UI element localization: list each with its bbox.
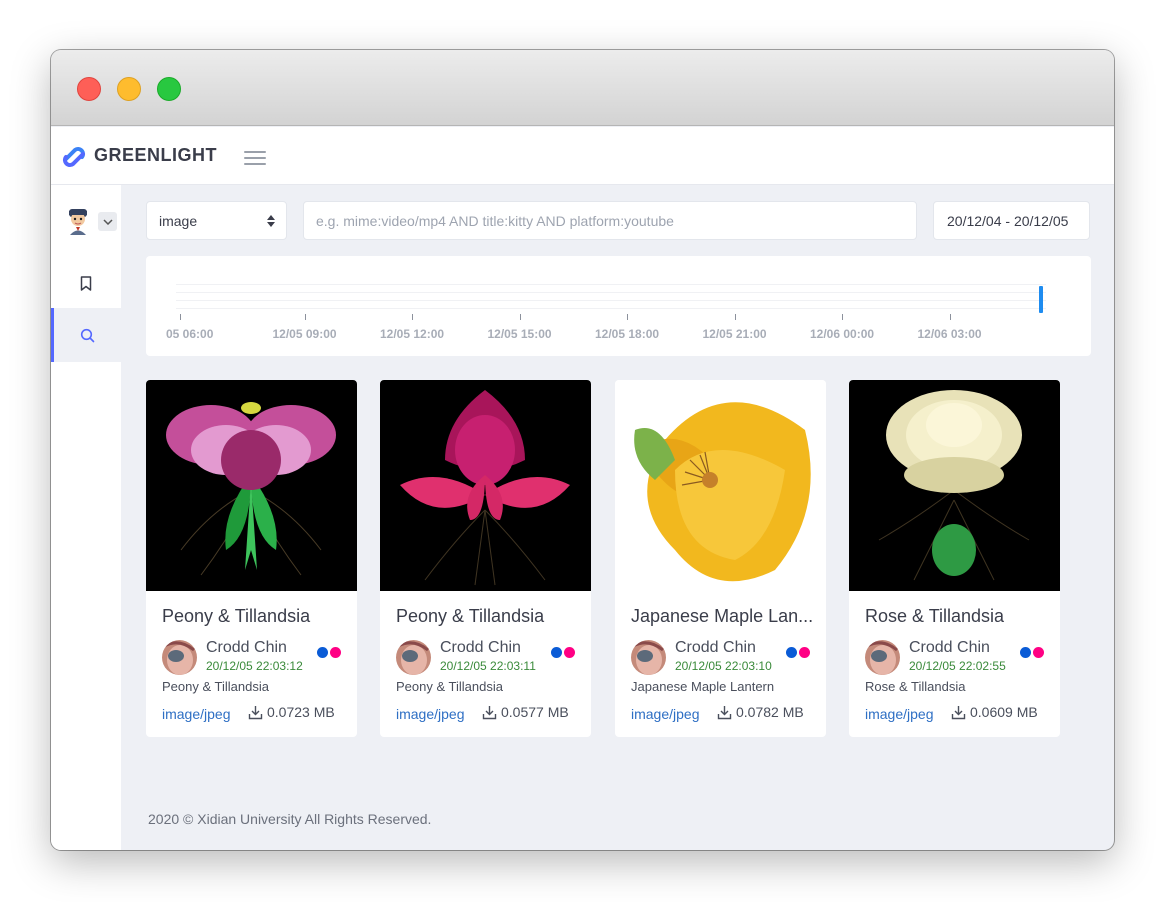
upload-time: 20/12/05 22:02:55 (909, 659, 1006, 673)
timeline-tick-label: 12/05 09:00 (272, 327, 337, 341)
media-title[interactable]: Peony & Tillandsia (396, 606, 581, 627)
media-description: Peony & Tillandsia (162, 679, 269, 694)
date-range-picker[interactable]: 20/12/04 - 20/12/05 (933, 201, 1090, 240)
timeline-histogram[interactable]: 05 06:00 12/05 09:00 12/05 12:00 12/05 15:0… (146, 256, 1091, 356)
media-card[interactable]: Peony & Tillandsia Crodd Chin 20/12/05 2… (380, 380, 591, 737)
timeline-tick (519, 314, 521, 320)
bookmark-icon (80, 275, 92, 291)
author-name: Crodd Chin (206, 639, 287, 656)
search-icon (80, 328, 95, 342)
timeline-tick (949, 314, 951, 320)
author-name: Crodd Chin (675, 639, 756, 656)
media-description: Rose & Tillandsia (865, 679, 966, 694)
browser-window: GREENLIGHT image e.g. mime:video/mp4 AND… (51, 50, 1114, 850)
brand-name: GREENLIGHT (94, 145, 218, 165)
timeline-tick (627, 314, 628, 320)
media-thumbnail[interactable] (849, 380, 1060, 591)
author-name: Crodd Chin (909, 639, 990, 656)
sidebar-item-search[interactable] (51, 308, 121, 362)
download-icon (951, 705, 966, 719)
timeline-tick-label: 12/05 12:00 (380, 327, 445, 341)
media-type-value: image (159, 213, 198, 229)
media-thumbnail[interactable] (380, 380, 591, 591)
minimize-window-button[interactable] (117, 77, 141, 101)
file-size: 0.0782 MB (717, 704, 804, 720)
timeline-tick (842, 314, 843, 320)
author-name: Crodd Chin (440, 639, 521, 656)
timeline-tick (180, 314, 181, 320)
media-card[interactable]: Japanese Maple Lan... Crodd Chin 20/12/0… (615, 380, 826, 737)
media-type-select[interactable]: image (146, 201, 287, 240)
flickr-icon (317, 647, 343, 658)
footer-copyright: 2020 © Xidian University All Rights Rese… (148, 811, 432, 827)
timeline-tick-label: 12/06 03:00 (917, 327, 982, 341)
upload-time: 20/12/05 22:03:10 (675, 659, 772, 673)
media-thumbnail[interactable] (615, 380, 826, 591)
menu-toggle-icon[interactable] (244, 151, 266, 167)
media-card[interactable]: Peony & Tillandsia Crodd Chin 20/12/05 2… (146, 380, 357, 737)
chevron-down-icon (102, 218, 113, 225)
timeline-tick (304, 314, 306, 320)
flickr-icon (551, 647, 577, 658)
maximize-window-button[interactable] (157, 77, 181, 101)
media-title[interactable]: Japanese Maple Lan... (631, 606, 816, 627)
upload-time: 20/12/05 22:03:12 (206, 659, 303, 673)
file-size-value: 0.0577 MB (501, 704, 569, 720)
sidebar (51, 185, 121, 850)
search-query-input[interactable] (303, 201, 917, 240)
media-title[interactable]: Rose & Tillandsia (865, 606, 1050, 627)
timeline-tick-label: 12/05 21:00 (702, 327, 767, 341)
file-size: 0.0609 MB (951, 704, 1038, 720)
upload-time: 20/12/05 22:03:11 (440, 659, 536, 673)
timeline-bar[interactable] (1039, 286, 1043, 313)
mime-type-link[interactable]: image/jpeg (396, 706, 465, 722)
top-navbar: GREENLIGHT (51, 127, 1114, 185)
main-content: image 20/12/04 - 20/12/05 05 06:00 12/05 … (121, 185, 1114, 850)
logo-icon (63, 147, 85, 167)
media-description: Japanese Maple Lantern (631, 679, 775, 694)
user-menu[interactable] (51, 205, 121, 237)
user-avatar[interactable] (65, 207, 91, 235)
download-icon (248, 705, 263, 719)
timeline-tick (412, 314, 413, 320)
author-avatar (631, 640, 666, 675)
user-menu-toggle[interactable] (98, 212, 117, 231)
media-thumbnail[interactable] (146, 380, 357, 591)
select-arrows-icon (267, 215, 275, 227)
download-icon (482, 705, 497, 719)
flickr-icon (1020, 647, 1046, 658)
timeline-gridlines (176, 284, 1046, 309)
mime-type-link[interactable]: image/jpeg (162, 706, 231, 722)
timeline-tick-label: 12/06 00:00 (810, 327, 875, 341)
file-size: 0.0723 MB (248, 704, 335, 720)
mime-type-link[interactable]: image/jpeg (631, 706, 700, 722)
author-avatar (396, 640, 431, 675)
media-title[interactable]: Peony & Tillandsia (162, 606, 347, 627)
media-description: Peony & Tillandsia (396, 679, 503, 694)
timeline-tick-label: 12/05 15:00 (487, 327, 552, 341)
mime-type-link[interactable]: image/jpeg (865, 706, 934, 722)
flickr-icon (786, 647, 812, 658)
media-card[interactable]: Rose & Tillandsia Crodd Chin 20/12/05 22… (849, 380, 1060, 737)
timeline-tick-label: 05 06:00 (166, 327, 214, 341)
close-window-button[interactable] (77, 77, 101, 101)
author-avatar (865, 640, 900, 675)
file-size: 0.0577 MB (482, 704, 569, 720)
window-titlebar (51, 50, 1114, 126)
timeline-tick (734, 314, 736, 320)
file-size-value: 0.0723 MB (267, 704, 335, 720)
sidebar-item-bookmarks[interactable] (51, 256, 121, 310)
file-size-value: 0.0609 MB (970, 704, 1038, 720)
file-size-value: 0.0782 MB (736, 704, 804, 720)
author-avatar (162, 640, 197, 675)
download-icon (717, 705, 732, 719)
timeline-tick-label: 12/05 18:00 (595, 327, 660, 341)
